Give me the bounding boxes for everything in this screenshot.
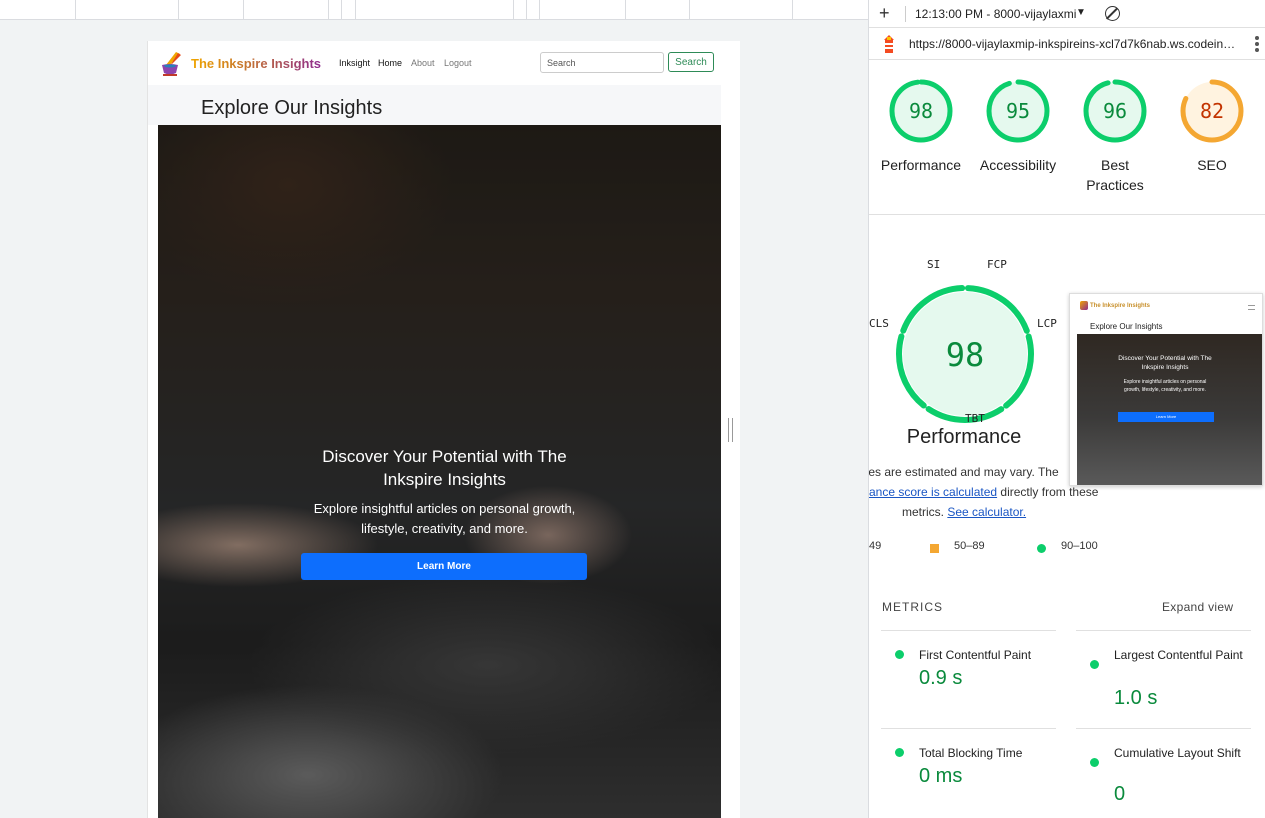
performance-title: Performance [906, 426, 1022, 448]
hero-subtitle: Explore insightful articles on personal … [313, 501, 576, 536]
site-heading-bar: Explore Our Insights [148, 85, 721, 125]
metric-name: Total Blocking Time [919, 746, 1023, 760]
thumbnail-hero-title: Discover Your Potential with The Inkspir… [1118, 355, 1212, 371]
desc-text: directly from these [997, 485, 1099, 499]
site-viewport: The Inkspire Insights Inksight Home Abou… [147, 41, 740, 818]
thumbnail-logo-icon [1080, 301, 1088, 310]
report-selector[interactable]: 12:13:00 PM - 8000-vijaylaxmi [915, 7, 1085, 21]
metric-abbr-lcp: LCP [1037, 317, 1057, 330]
metric-name: Cumulative Layout Shift [1114, 746, 1241, 760]
gauge-label: Performance [880, 157, 962, 173]
expand-view-toggle[interactable]: Expand view [1162, 600, 1233, 614]
gauge-best-practices[interactable]: 96 Best Practices [1067, 78, 1163, 195]
metric-value: 0 ms [919, 765, 963, 787]
thumbnail-brand: The Inkspire Insights [1090, 303, 1151, 309]
nav-link-logout[interactable]: Logout [444, 58, 472, 68]
nav-link-home[interactable]: Home [378, 58, 402, 68]
metric-name: First Contentful Paint [919, 648, 1032, 662]
thumbnail-button: Learn More [1118, 412, 1214, 422]
site-navbar: The Inkspire Insights Inksight Home Abou… [148, 41, 721, 85]
metric-name: Largest Contentful Paint [1114, 648, 1243, 662]
legend-average-square-icon [930, 544, 939, 553]
devtools-toolbar: + 12:13:00 PM - 8000-vijaylaxmi ▼ [869, 0, 1265, 28]
final-screenshot-thumbnail[interactable]: The Inkspire Insights Explore Our Insigh… [1069, 293, 1263, 486]
quill-ink-logo-icon [162, 52, 181, 76]
more-options-icon[interactable] [1255, 36, 1259, 54]
legend-pass-label: 90–100 [1061, 540, 1098, 552]
pass-circle-icon [895, 650, 904, 659]
page-preview-area: The Inkspire Insights Inksight Home Abou… [0, 0, 868, 818]
gauge-score: 95 [1006, 99, 1030, 123]
metric-abbr-si: SI [927, 258, 941, 271]
desc-text: lues are estimated and may vary. The [868, 465, 1059, 479]
pass-circle-icon [895, 748, 904, 757]
report-url: https://8000-vijaylaxmip-inkspireins-xcl… [909, 37, 1236, 51]
section-divider [869, 214, 1265, 215]
toolbar-divider [905, 6, 906, 22]
metric-largest-contentful-paint: Largest Contentful Paint 1.0 s [1076, 630, 1251, 728]
see-calculator-link[interactable]: See calculator. [947, 505, 1026, 519]
hero-title: Discover Your Potential with The Inkspir… [322, 447, 567, 489]
metric-abbr-tbt: TBT [965, 412, 985, 425]
metric-cumulative-layout-shift: Cumulative Layout Shift 0 [1076, 728, 1251, 818]
clear-reports-icon[interactable] [1105, 6, 1120, 21]
new-report-plus-icon[interactable]: + [879, 3, 890, 24]
page-heading: Explore Our Insights [201, 97, 383, 119]
desc-text: metrics. [902, 505, 944, 519]
metric-first-contentful-paint: First Contentful Paint 0.9 s [881, 630, 1056, 728]
site-brand[interactable]: The Inkspire Insights [191, 56, 321, 71]
gauge-seo[interactable]: 82 SEO [1164, 78, 1260, 175]
metric-abbr-fcp: FCP [987, 258, 1007, 271]
metric-value: 0 [1114, 783, 1126, 805]
performance-big-score: 98 [946, 336, 985, 374]
accessibility-gauge-ring: 95 [986, 79, 1050, 143]
resize-handle[interactable] [728, 418, 733, 442]
best-practices-gauge-ring: 96 [1083, 79, 1147, 143]
legend-average-label: 50–89 [954, 540, 985, 552]
score-calculated-link[interactable]: ance score is calculated [869, 485, 997, 499]
gauge-score: 82 [1200, 99, 1224, 123]
seo-gauge-ring: 82 [1180, 79, 1244, 143]
device-ruler [0, 0, 868, 20]
hero-section: Discover Your Potential with The Inkspir… [158, 125, 721, 818]
gauge-label: Accessibility [979, 157, 1057, 173]
thumbnail-hero-subtitle: Explore insightful articles on personal … [1123, 379, 1207, 393]
metric-value: 1.0 s [1114, 687, 1158, 709]
score-legend: 49 50–89 90–100 [869, 540, 1265, 556]
metric-abbr-cls: CLS [869, 317, 889, 330]
gauge-accessibility[interactable]: 95 Accessibility [970, 78, 1066, 175]
legend-pass-circle-icon [1037, 544, 1046, 553]
thumbnail-menu-icon [1248, 305, 1255, 310]
gauge-performance[interactable]: 98 Performance [873, 78, 969, 175]
report-url-bar: https://8000-vijaylaxmip-inkspireins-xcl… [869, 28, 1265, 60]
legend-fail-label: 49 [869, 540, 882, 552]
gauge-label: Best Practices [1086, 157, 1144, 193]
metric-total-blocking-time: Total Blocking Time 0 ms [881, 728, 1056, 818]
pass-circle-icon [1090, 758, 1099, 767]
site-search-input[interactable] [540, 52, 664, 73]
thumbnail-heading: Explore Our Insights [1090, 322, 1163, 331]
metric-value: 0.9 s [919, 667, 963, 689]
lighthouse-panel: + 12:13:00 PM - 8000-vijaylaxmi ▼ https:… [868, 0, 1265, 818]
learn-more-button[interactable]: Learn More [301, 553, 587, 580]
nav-link-inksight[interactable]: Inksight [339, 58, 370, 68]
metrics-header: METRICS [882, 600, 943, 614]
report-dropdown-caret-icon[interactable]: ▼ [1076, 7, 1086, 18]
pass-circle-icon [1090, 660, 1099, 669]
nav-link-about[interactable]: About [411, 58, 435, 68]
gauge-label: SEO [1197, 157, 1227, 173]
performance-gauge-ring: 98 [889, 79, 953, 143]
lighthouse-icon [884, 35, 894, 53]
gauge-score: 98 [909, 99, 933, 123]
gauge-score: 96 [1103, 99, 1127, 123]
site-search-button[interactable]: Search [668, 52, 714, 72]
performance-big-gauge: 98 [896, 285, 1034, 423]
